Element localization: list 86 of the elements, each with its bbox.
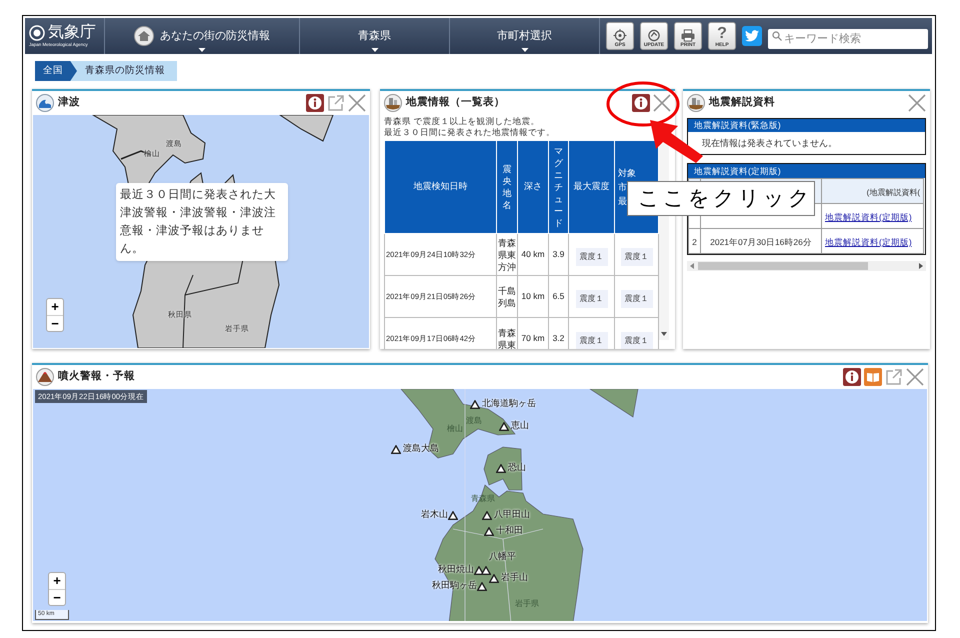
scroll-right-arrow-icon[interactable] (919, 263, 923, 269)
intensity-badge: 震度１ (620, 248, 652, 266)
intro-text: 最近３０日間に発表された地震情報です。 (384, 127, 556, 138)
wave-icon (36, 94, 54, 112)
intensity-badge: 震度１ (620, 290, 652, 308)
scrollbar-thumb[interactable] (698, 262, 868, 270)
map-label: 青森県 (471, 493, 495, 505)
logo-icon (29, 25, 45, 41)
volcano-label: 十和田 (496, 525, 523, 535)
table-cell: 40 km (518, 234, 548, 276)
close-icon[interactable] (906, 368, 924, 386)
triangle-icon[interactable] (391, 445, 401, 454)
table-cell: 6.5 (548, 276, 568, 318)
zoom-out-button[interactable]: − (49, 589, 65, 605)
caret-icon (521, 48, 528, 52)
row-number: 2 (692, 237, 697, 247)
panel-title: 地震解説資料 (709, 95, 775, 110)
intro-text: 青森県 で震度１以上を観測した地震。 (384, 116, 540, 127)
map-label: 渡島 (466, 415, 482, 427)
pointer-arrow (648, 118, 704, 164)
bird-icon (745, 30, 759, 42)
panel-title: 噴火警報・予報 (58, 369, 135, 384)
volcano-label: 恵山 (511, 420, 529, 430)
triangle-icon[interactable] (499, 422, 509, 431)
intensity-badge: 震度１ (576, 332, 608, 349)
status-text: 現在情報は発表されていません。 (701, 137, 838, 150)
section-heading: 地震解説資料(定期版) (688, 164, 925, 178)
search-icon (772, 31, 782, 41)
nav-tab[interactable]: 青森県 (300, 18, 450, 54)
bird-button[interactable] (742, 26, 762, 46)
caret-icon (371, 48, 378, 52)
section-heading: 地震解説資料(緊急版) (688, 119, 925, 132)
column-header: (地震解説資料( (866, 188, 920, 197)
agency-logo-text: 気象庁 (48, 24, 96, 42)
building-icon (384, 94, 402, 112)
nav-tab[interactable]: 市町村選択 (450, 18, 600, 54)
zoom-in-button[interactable]: + (49, 573, 65, 589)
scroll-down-arrow-icon[interactable] (661, 332, 667, 336)
info-icon[interactable] (306, 94, 324, 112)
nav-tab[interactable]: あなたの街の防災情報 (105, 18, 300, 54)
intensity-badge: 震度１ (620, 332, 652, 349)
volcano-label: 秋田駒ヶ岳 (432, 580, 477, 590)
zoom-in-button[interactable]: + (47, 299, 63, 315)
volcano-icon (36, 368, 54, 386)
volcano-label: 八甲田山 (494, 509, 530, 519)
scrollbar[interactable] (687, 261, 926, 271)
close-icon[interactable] (348, 94, 366, 112)
building-icon (687, 94, 705, 112)
table-cell: 青森県東方沖 (496, 234, 518, 276)
intensity-badge: 震度１ (576, 248, 608, 266)
caret-icon (198, 48, 206, 52)
column-header: 地震検知日時 (384, 140, 496, 234)
info-icon[interactable] (843, 368, 861, 386)
scroll-left-arrow-icon[interactable] (690, 263, 694, 269)
intensity-badge: 震度１ (576, 290, 608, 308)
panel-title: 津波 (58, 95, 80, 110)
volcano-label: 八幡平 (489, 551, 516, 561)
map-label: 岩手県 (515, 598, 539, 610)
volcano-label: 北海道駒ヶ岳 (482, 398, 536, 408)
column-header: 震央地名 (496, 140, 518, 234)
no-warnings-message: 最近３０日間に発表された大津波警報・津波警報・津波注意報・津波予報はありません。 (116, 183, 288, 261)
column-header: 深さ (518, 140, 548, 234)
issue-date: 2021年07月30日16時26分 (710, 237, 812, 247)
close-icon[interactable] (908, 94, 926, 112)
column-header: 最大震度 (568, 140, 614, 234)
table-cell: 3.9 (548, 234, 568, 276)
volcano-label: 岩木山 (421, 509, 448, 519)
callout-label: ここをクリック (627, 181, 815, 216)
house-icon (134, 26, 154, 46)
table-cell: 千島列島 (496, 276, 518, 318)
table-cell: 青森県東 (496, 318, 518, 349)
table-cell: 10 km (518, 276, 548, 318)
panel-title: 地震情報（一覧表） (406, 95, 505, 110)
zoom-out-button[interactable]: − (47, 315, 63, 331)
map-label: 檜山 (447, 423, 463, 435)
crosshair-icon (613, 29, 627, 42)
triangle-icon[interactable] (470, 400, 480, 409)
column-header: マグニチュード (548, 140, 568, 234)
search-field[interactable]: キーワード検索 (768, 29, 928, 49)
refresh-icon (647, 29, 661, 42)
volcano-label: 岩手山 (501, 572, 528, 582)
info-icon[interactable] (632, 94, 650, 112)
breadcrumb-link[interactable]: 全国 (32, 61, 77, 81)
triangle-icon[interactable] (448, 511, 458, 520)
triangle-icon[interactable] (496, 464, 506, 473)
printer-icon (680, 29, 696, 42)
